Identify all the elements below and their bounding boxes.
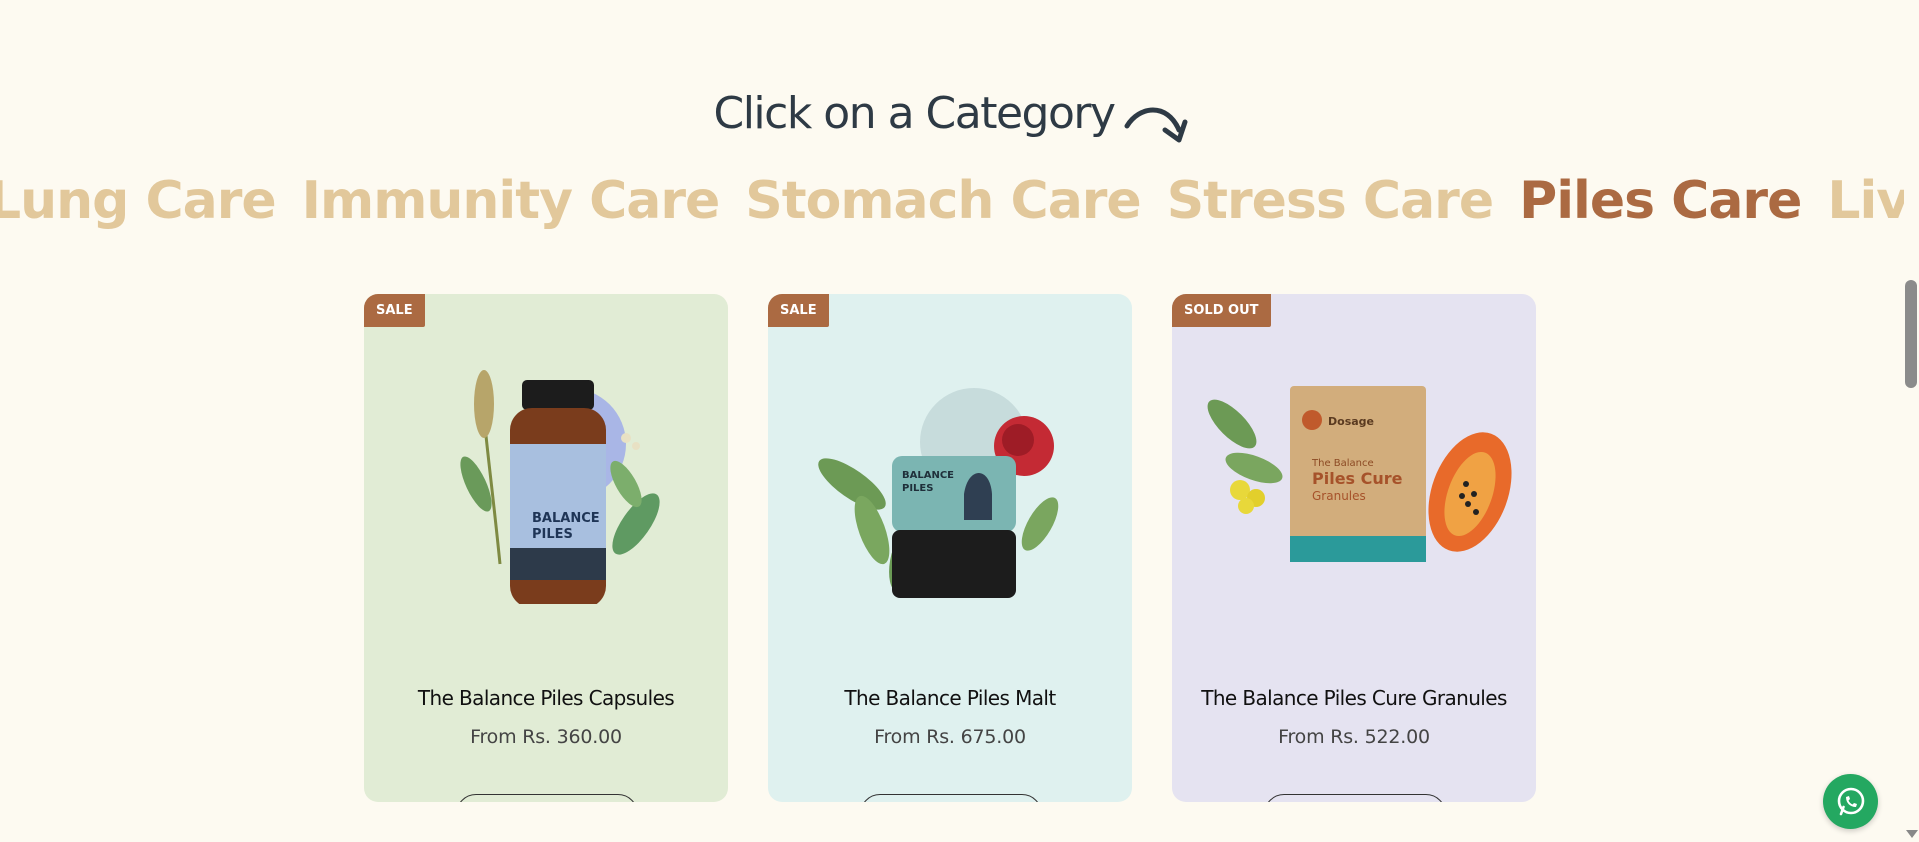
svg-text:BALANCE: BALANCE [902,470,954,481]
product-title[interactable]: The Balance Piles Malt [768,686,1132,710]
product-image-granules[interactable]: Dosage The Balance Piles Cure Granules [1172,334,1536,604]
product-card[interactable]: SALE BALANCE PILES The Balance Piles Mal… [768,294,1132,802]
category-piles-care[interactable]: Piles Care [1519,168,1802,234]
page-scrollbar[interactable] [1904,0,1919,842]
scrollbar-thumb[interactable] [1905,280,1917,388]
heading-text: Click on a Category [713,88,1116,139]
category-carousel: Lung Care Immunity Care Stomach Care Str… [0,168,1904,238]
svg-text:Dosage: Dosage [1328,415,1374,428]
product-title[interactable]: The Balance Piles Cure Granules [1172,686,1536,710]
product-price: From Rs. 360.00 [470,726,622,748]
product-card[interactable]: SOLD OUT Dosage The Balance Piles Cure G… [1172,294,1536,802]
whatsapp-chat-button[interactable] [1823,774,1878,829]
sale-badge: SALE [768,294,829,327]
sale-badge: SALE [364,294,425,327]
scroll-down-arrow-icon[interactable] [1906,830,1918,838]
product-grid: SALE BALANCE PILES The Balance Piles Cap… [364,294,1536,802]
category-liver-care[interactable]: Liver Care [1827,168,1904,234]
svg-text:PILES: PILES [902,483,933,494]
product-image-capsules[interactable]: BALANCE PILES [364,334,728,604]
category-lung-care[interactable]: Lung Care [0,168,277,234]
add-to-cart-button[interactable] [1264,794,1446,802]
whatsapp-icon [1837,787,1864,815]
svg-text:PILES: PILES [532,527,573,542]
curved-arrow-icon [1124,107,1188,143]
svg-text:Granules: Granules [1312,489,1366,503]
sold-out-badge: SOLD OUT [1172,294,1271,327]
category-stress-care[interactable]: Stress Care [1167,168,1494,234]
add-to-cart-button[interactable] [860,794,1042,802]
svg-text:The Balance: The Balance [1311,458,1374,469]
section-heading-wrap: Click on a Category [0,88,1904,162]
product-price: From Rs. 522.00 [1278,726,1430,748]
section-heading: Click on a Category [713,88,1190,162]
product-card[interactable]: SALE BALANCE PILES The Balance Piles Cap… [364,294,728,802]
category-stomach-care[interactable]: Stomach Care [745,168,1141,234]
product-title[interactable]: The Balance Piles Capsules [364,686,728,710]
add-to-cart-button[interactable] [456,794,638,802]
svg-text:BALANCE: BALANCE [532,511,600,526]
product-price: From Rs. 675.00 [874,726,1026,748]
category-track: Lung Care Immunity Care Stomach Care Str… [0,168,1904,234]
product-image-malt[interactable]: BALANCE PILES [768,334,1132,604]
svg-text:Piles Cure: Piles Cure [1312,469,1403,488]
category-immunity-care[interactable]: Immunity Care [302,168,721,234]
